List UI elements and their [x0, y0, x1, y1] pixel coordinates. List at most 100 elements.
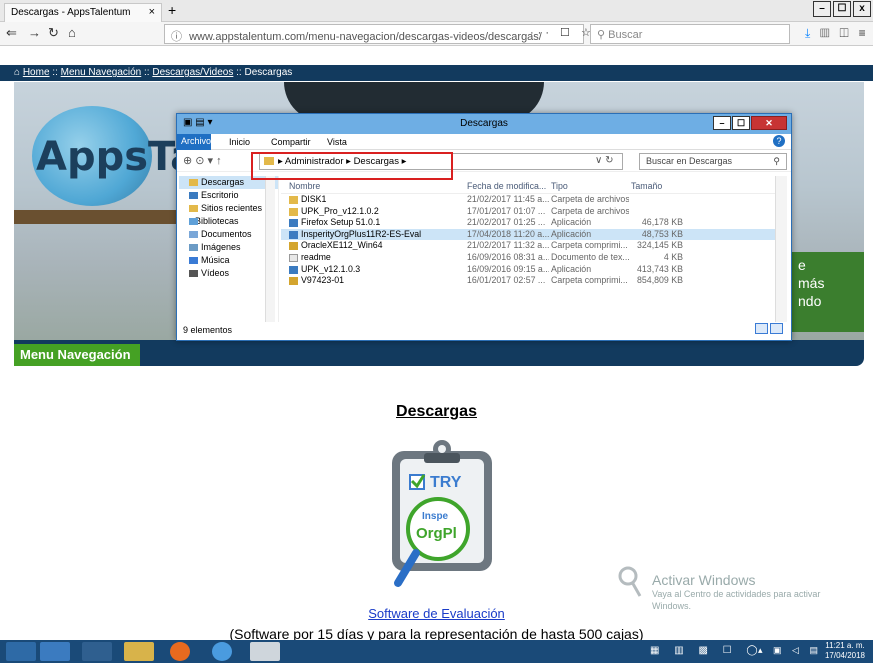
menu-icon[interactable]: ≡ — [859, 26, 873, 40]
nav-item-label: Bibliotecas — [195, 216, 239, 226]
tab-archivo[interactable]: Archivo — [177, 134, 211, 150]
nav-item-label: Vídeos — [201, 268, 230, 278]
breadcrumb-sep: :: — [236, 67, 242, 78]
file-type: Aplicación — [551, 263, 592, 274]
minimize-button[interactable]: – — [813, 1, 831, 17]
start-button[interactable] — [6, 642, 36, 661]
activate-line: Vaya al Centro de actividades para activ… — [652, 589, 821, 599]
server-manager-icon[interactable] — [40, 642, 70, 661]
file-type: Carpeta comprimi... — [551, 240, 628, 251]
explorer-close-button[interactable]: ✕ — [751, 116, 787, 130]
file-row[interactable]: InsperityOrgPlus11R2-ES-Eval 17/04/2018 1… — [281, 228, 779, 241]
help-icon[interactable]: ? — [773, 135, 785, 147]
back-icon[interactable]: ⇐ — [6, 25, 17, 41]
home-icon[interactable]: ⌂ — [68, 25, 76, 40]
close-window-button[interactable]: x — [853, 1, 871, 17]
nav-item-label: Documentos — [201, 229, 252, 239]
explorer-nav-buttons[interactable]: ⊕ ⊙ ▾ ↑ — [183, 154, 222, 167]
nav-item-label: Descargas — [201, 177, 245, 187]
system-tray-apps[interactable]: ▦ ▥ ▩ ☐ ◯ — [650, 645, 764, 656]
powershell-icon[interactable] — [82, 642, 112, 661]
page-actions-icon[interactable]: ··· ☐ ☆ — [530, 26, 595, 39]
nav-item-6[interactable]: Música — [179, 254, 278, 267]
column-type[interactable]: Tipo — [551, 181, 568, 191]
app-taskbar-icon[interactable] — [250, 642, 280, 661]
file-size: 413,743 KB — [637, 263, 683, 274]
maximize-button[interactable]: ☐ — [833, 1, 851, 17]
breadcrumb-menu-navegacion[interactable]: Menu Navegación — [61, 67, 142, 78]
library-icon[interactable]: ▥ — [820, 26, 839, 40]
navigation-pane: Descargas Escritorio Sitios recientes Bibli… — [179, 176, 279, 322]
folder-icon — [189, 257, 198, 264]
new-tab-button[interactable]: + — [168, 2, 176, 18]
browser-search-input[interactable]: ⚲ Buscar — [590, 24, 790, 44]
breadcrumb-descargas-videos[interactable]: Descargas/Videos — [152, 67, 233, 78]
url-bar[interactable]: ⓘ www.appstalentum.com/menu-navegacion/d… — [164, 24, 584, 44]
file-row[interactable]: Firefox Setup 51.0.1 21/02/2017 01:25 ...… — [281, 217, 779, 229]
breadcrumb-home[interactable]: Home — [23, 67, 50, 78]
nav-scrollbar[interactable] — [265, 176, 275, 322]
promo-box[interactable]: e más ndo — [792, 252, 864, 332]
highlight-box — [251, 152, 453, 180]
download-icon[interactable]: ⤓ — [805, 26, 820, 40]
nav-item-4[interactable]: Documentos — [179, 228, 278, 241]
site-menu-bar: Menu Navegación — [14, 340, 864, 366]
file-explorer-window[interactable]: ▣ ▤ ▾ Descargas – ☐ ✕ Archivo Inicio Com… — [176, 113, 792, 341]
nav-item-1[interactable]: Escritorio — [179, 189, 278, 202]
details-view-icon[interactable] — [755, 323, 768, 334]
toolbar-icons[interactable]: ⤓▥◫≡ — [805, 26, 873, 41]
app-icon — [289, 219, 298, 228]
file-date: 16/09/2016 08:31 a... — [467, 251, 549, 262]
nav-item-7[interactable]: Vídeos — [179, 267, 278, 280]
folder-icon — [189, 244, 198, 251]
explorer-search-input[interactable]: Buscar en Descargas ⚲ — [639, 153, 787, 170]
tab-close-icon[interactable]: × — [149, 6, 155, 18]
column-name[interactable]: Nombre — [289, 181, 320, 191]
explorer-window-controls: – ☐ ✕ — [713, 116, 787, 130]
explorer-minimize-button[interactable]: – — [713, 116, 731, 130]
tab-compartir[interactable]: Compartir — [271, 137, 311, 147]
file-row[interactable]: V97423-01 16/01/2017 02:57 ... Carpeta com… — [281, 275, 779, 287]
file-row[interactable]: OracleXE112_Win64 21/02/2017 11:32 a... Ca… — [281, 240, 779, 252]
refresh-icon[interactable]: ∨ ↻ — [595, 155, 613, 166]
menu-navegacion-tab[interactable]: Menu Navegación — [14, 344, 140, 366]
nav-item-5[interactable]: Imágenes — [179, 241, 278, 254]
column-date[interactable]: Fecha de modifica... — [467, 181, 546, 191]
sidebar-icon[interactable]: ◫ — [839, 26, 858, 40]
explorer-title: Descargas — [460, 118, 508, 129]
software-evaluacion-link[interactable]: Software de Evaluación — [0, 606, 873, 621]
large-icons-view-icon[interactable] — [770, 323, 783, 334]
clock[interactable]: 11:21 a. m. 17/04/2018 — [820, 641, 870, 661]
file-name: readme — [301, 251, 331, 262]
file-type: Aplicación — [551, 228, 592, 239]
ie-icon[interactable] — [212, 642, 232, 661]
tray-icons[interactable]: ▴ ▣ ◁ ▤ — [758, 645, 822, 656]
nav-item-label: Escritorio — [201, 190, 239, 200]
explorer-title-bar[interactable]: ▣ ▤ ▾ Descargas – ☐ ✕ — [177, 114, 791, 134]
file-row[interactable]: UPK_Pro_v12.1.0.2 17/01/2017 01:07 ... Car… — [281, 206, 779, 218]
promo-line: ndo — [798, 293, 822, 309]
file-explorer-taskbar-icon[interactable] — [124, 642, 154, 661]
file-row[interactable]: readme 16/09/2016 08:31 a... Documento de … — [281, 252, 779, 264]
file-row[interactable]: UPK_v12.1.0.3 16/09/2016 09:15 a... Aplica… — [281, 264, 779, 276]
nav-item-2[interactable]: Sitios recientes — [179, 202, 278, 215]
file-row[interactable]: DISK1 21/02/2017 11:45 a... Carpeta de arc… — [281, 194, 779, 206]
tab-vista[interactable]: Vista — [327, 137, 347, 147]
column-size[interactable]: Tamaño — [631, 181, 662, 191]
firefox-icon[interactable] — [170, 642, 190, 661]
file-list-scrollbar[interactable] — [775, 176, 787, 322]
tab-title: Descargas - AppsTalentum — [11, 7, 131, 18]
url-text: www.appstalentum.com/menu-navegacion/des… — [189, 31, 542, 43]
folder-icon — [189, 192, 198, 199]
forward-icon[interactable]: → — [28, 25, 41, 40]
browser-tab[interactable]: Descargas - AppsTalentum × — [4, 3, 162, 22]
try-software-badge[interactable]: TRY Inspe OrgPl — [386, 437, 498, 595]
reload-icon[interactable]: ↻ — [48, 25, 59, 41]
nav-item-3[interactable]: Bibliotecas — [179, 215, 278, 228]
explorer-maximize-button[interactable]: ☐ — [732, 116, 750, 130]
site-logo[interactable]: AppsTa — [36, 134, 197, 180]
site-info-icon[interactable]: ⓘ — [171, 31, 182, 43]
file-name: V97423-01 — [301, 275, 345, 286]
tab-inicio[interactable]: Inicio — [229, 137, 250, 147]
breadcrumb-sep: :: — [144, 67, 150, 78]
